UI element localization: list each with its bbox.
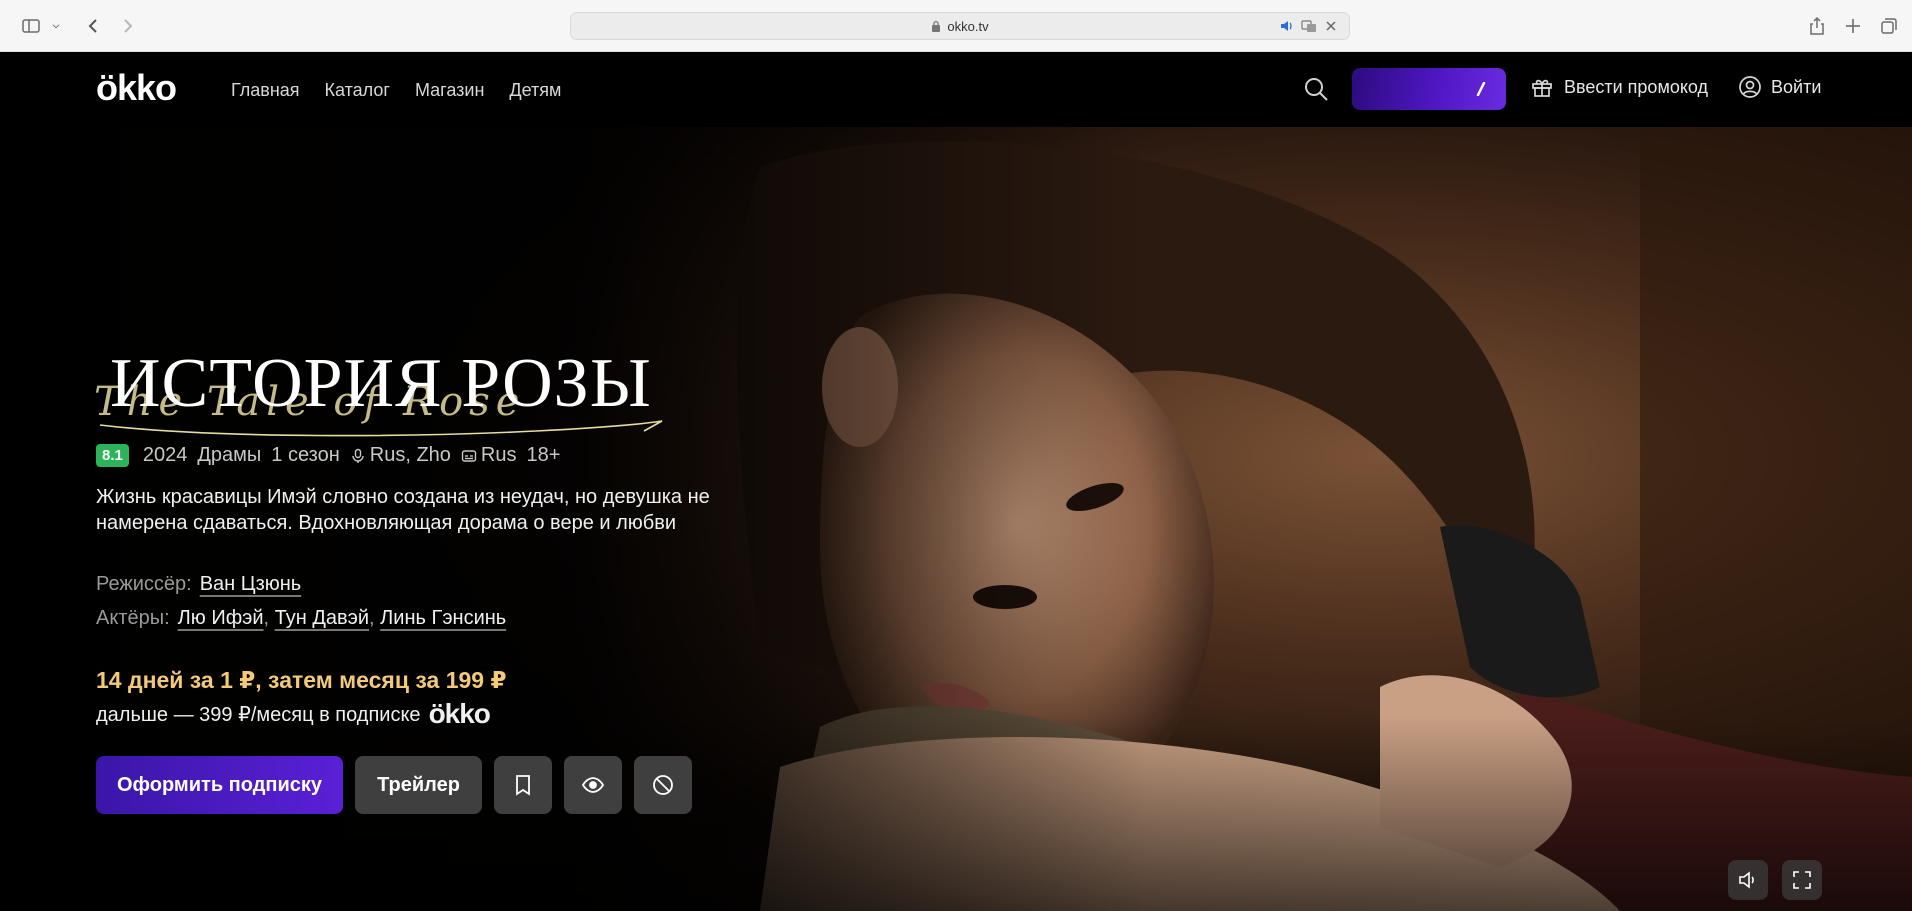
offer-subline: дальше — 399 ₽/месяц в подписке ökko	[96, 698, 491, 729]
actor-link[interactable]: Лю Ифэй	[178, 607, 264, 629]
sparkle-icon	[1476, 82, 1486, 96]
audio-playing-icon[interactable]	[1279, 18, 1295, 34]
new-tab-icon[interactable]	[1840, 13, 1866, 39]
site-header: ökko Главная Каталог Магазин Детям Ввест…	[0, 52, 1912, 127]
volume-icon	[1739, 871, 1754, 889]
not-interested-button[interactable]	[634, 756, 692, 814]
promo-code-label: Ввести промокод	[1564, 76, 1709, 97]
search-icon[interactable]	[1302, 75, 1330, 103]
title-swash-decoration	[99, 420, 663, 437]
address-bar[interactable]: okko.tv	[570, 12, 1350, 40]
login-label: Войти	[1771, 76, 1822, 97]
seasons: 1 сезон	[271, 444, 340, 466]
close-icon[interactable]	[1323, 18, 1339, 34]
watched-button[interactable]	[564, 756, 622, 814]
offer-headline: 14 дней за 1 ₽, затем месяц за 199 ₽	[96, 667, 507, 693]
chevron-down-icon[interactable]	[48, 13, 64, 39]
offer-sub-text: дальше — 399 ₽/месяц в подписке	[96, 703, 421, 726]
subtitle-languages: Rus	[480, 444, 517, 466]
description: Жизнь красавицы Имэй словно создана из н…	[96, 486, 710, 534]
title-logo: The Tale of Rose ИСТОРИЯ РОЗЫ	[94, 345, 696, 437]
okko-logo-small: ökko	[428, 698, 491, 729]
director-link[interactable]: Ван Цзюнь	[200, 567, 302, 601]
actor-link[interactable]: Линь Гэнсинь	[380, 607, 506, 629]
volume-button[interactable]	[1728, 860, 1768, 900]
subtitles-icon	[461, 449, 477, 462]
nav-item-catalog[interactable]: Каталог	[325, 80, 390, 101]
forward-icon[interactable]	[115, 13, 141, 39]
block-icon	[653, 775, 673, 795]
fullscreen-button[interactable]	[1782, 860, 1822, 900]
actor-link[interactable]: Тун Давэй	[275, 607, 369, 629]
lock-icon	[932, 20, 941, 32]
bookmark-icon	[516, 775, 530, 796]
nav-item-home[interactable]: Главная	[231, 80, 300, 101]
credits: Режиссёр: Ван Цзюнь Актёры: Лю Ифэй, Тун…	[96, 567, 506, 635]
bookmark-button[interactable]	[494, 756, 552, 814]
eye-icon	[581, 777, 605, 793]
url-text: okko.tv	[947, 18, 989, 34]
sidebar-toggle-icon[interactable]	[18, 13, 44, 39]
share-icon[interactable]	[1804, 13, 1830, 39]
nav-item-store[interactable]: Магазин	[415, 80, 484, 101]
hero-section: The Tale of Rose ИСТОРИЯ РОЗЫ 8.1 2024 Д…	[0, 127, 1912, 911]
user-icon	[1739, 76, 1761, 98]
login-button[interactable]: Войти	[1738, 75, 1821, 99]
trailer-button[interactable]: Трейлер	[355, 756, 482, 814]
subscribe-button[interactable]: Оформить подписку	[96, 756, 343, 814]
meta-row: 8.1 2024 Драмы 1 сезон Rus, Zho Rus 18+	[96, 444, 570, 467]
microphone-icon	[352, 448, 364, 463]
back-icon[interactable]	[80, 13, 106, 39]
fullscreen-icon	[1793, 871, 1811, 889]
promo-banner[interactable]	[1352, 68, 1506, 110]
director-label: Режиссёр:	[96, 573, 192, 595]
tab-overview-icon[interactable]	[1876, 13, 1902, 39]
actors-label: Актёры:	[96, 607, 170, 629]
promo-code-button[interactable]: Ввести промокод	[1530, 75, 1708, 99]
gift-icon	[1532, 79, 1552, 97]
year: 2024	[142, 444, 188, 466]
okko-logo[interactable]: ökko	[96, 70, 177, 106]
rating-badge: 8.1	[96, 444, 129, 467]
director-row: Режиссёр: Ван Цзюнь	[96, 567, 506, 601]
translate-icon[interactable]	[1301, 18, 1317, 34]
browser-toolbar: okko.tv	[0, 0, 1912, 52]
nav-item-kids[interactable]: Детям	[509, 80, 561, 101]
actors-row: Актёры: Лю Ифэй, Тун Давэй, Линь Гэнсинь	[96, 601, 506, 635]
main-nav: Главная Каталог Магазин Детям	[231, 80, 561, 101]
age-rating: 18+	[526, 444, 561, 466]
audio-languages: Rus, Zho	[369, 444, 451, 466]
action-buttons: Оформить подписку Трейлер	[96, 756, 692, 814]
genre: Драмы	[197, 444, 262, 466]
